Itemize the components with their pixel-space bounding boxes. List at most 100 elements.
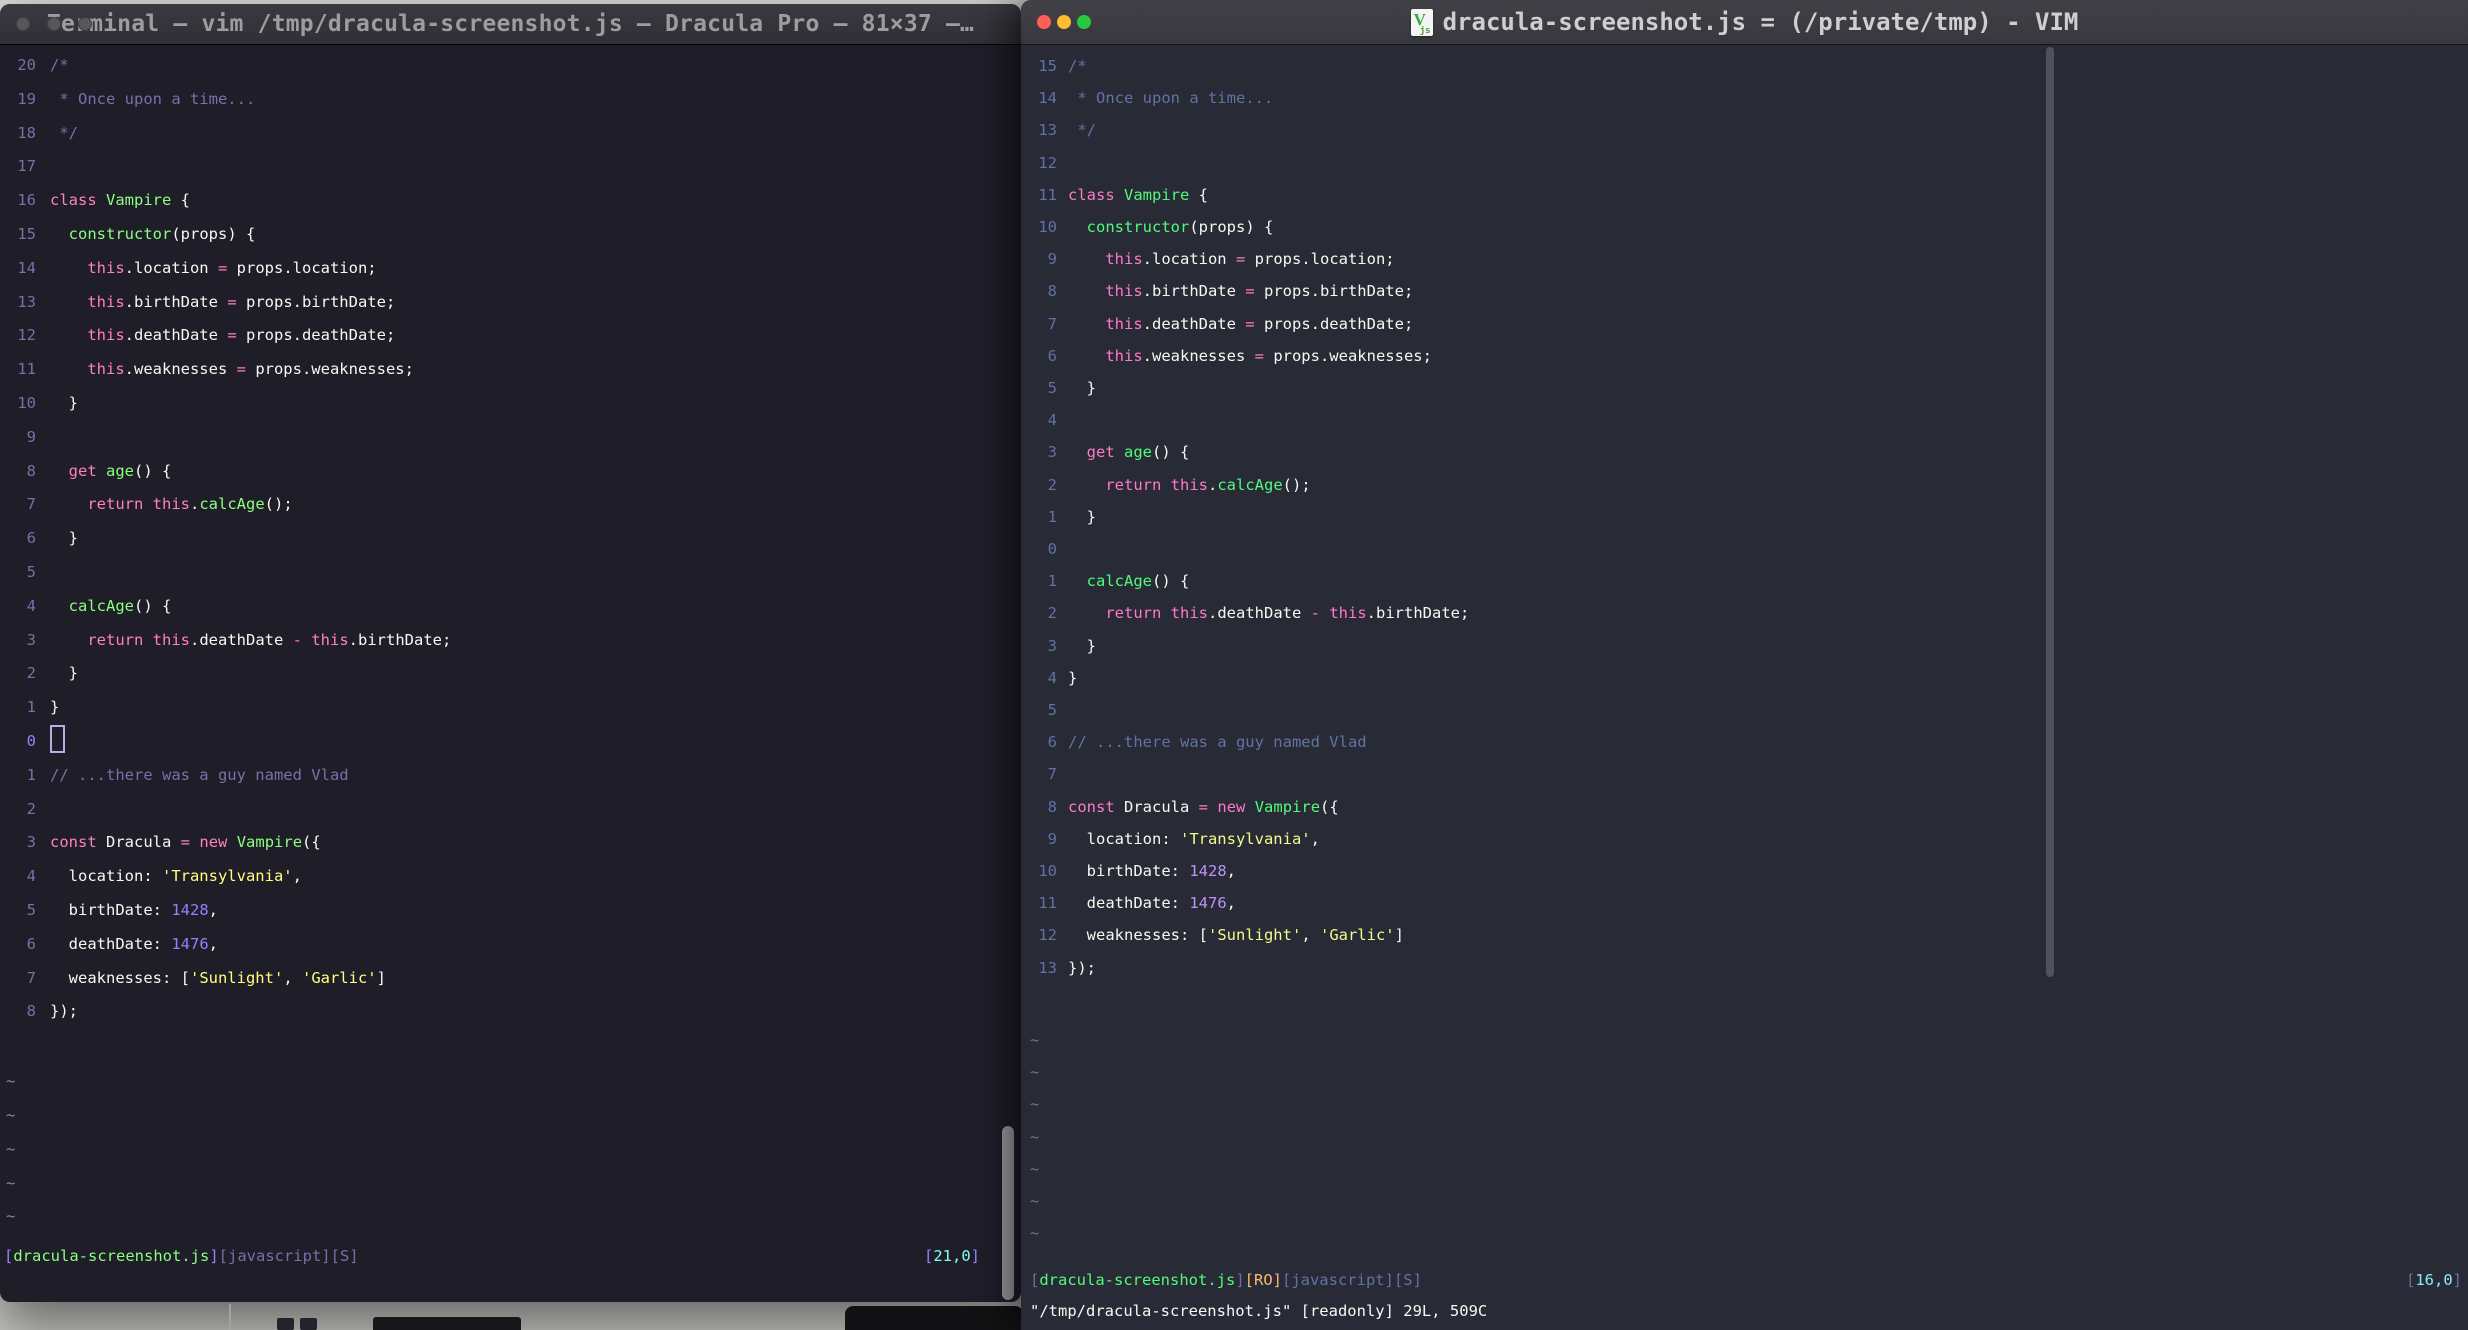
code-text: this.deathDate = props.deathDate; — [50, 319, 1021, 353]
code-text: } — [50, 387, 1021, 421]
code-line: 14 * Once upon a time... — [1021, 82, 2468, 114]
code-line: 15 /* — [1021, 50, 2468, 82]
token: (props) { — [1189, 218, 1274, 237]
code-line: 13 this.birthDate = props.birthDate; — [0, 286, 1021, 320]
token: age — [106, 461, 135, 480]
token: props.location; — [227, 258, 377, 277]
code-text: location: 'Transylvania', — [1068, 823, 2468, 855]
token: } — [50, 698, 60, 717]
token: [ — [2405, 1271, 2416, 1289]
code-line: 12 this.deathDate = props.deathDate; — [0, 319, 1021, 353]
token: , — [1226, 894, 1236, 913]
token: 'Transylvania' — [161, 867, 293, 886]
code-line: 3 } — [1021, 630, 2468, 662]
code-text: */ — [1068, 114, 2468, 146]
token: weaknesses: [ — [1068, 926, 1208, 945]
macvim-scrollbar[interactable] — [2046, 47, 2054, 977]
code-text: class Vampire { — [1068, 179, 2468, 211]
minimize-button-icon[interactable] — [1057, 15, 1071, 29]
token: }); — [1068, 958, 1096, 977]
code-text: weaknesses: ['Sunlight', 'Garlic'] — [50, 962, 1021, 996]
line-number: 3 — [26, 833, 36, 852]
token: 1476 — [171, 934, 209, 953]
code-text: class Vampire { — [50, 184, 1021, 218]
zoom-button-icon[interactable] — [1077, 15, 1091, 29]
code-line: 4 calcAge() { — [0, 590, 1021, 624]
token: } — [1068, 636, 1096, 655]
code-text: }); — [50, 995, 1021, 1029]
terminal-vim-buffer[interactable]: 20/* 19 * Once upon a time... 18 */17 16 cla… — [0, 45, 1021, 1029]
close-button-icon[interactable] — [16, 17, 30, 31]
token: this — [87, 360, 125, 379]
terminal-titlebar[interactable]: Terminal — vim /tmp/dracula-screenshot.j… — [0, 4, 1021, 45]
token: ] — [1394, 926, 1404, 945]
token: = — [227, 326, 237, 345]
empty-line-tilde: ~ — [1030, 1224, 1040, 1243]
code-text: calcAge() { — [1068, 565, 2468, 597]
code-line: 10 constructor(props) { — [1021, 211, 2468, 243]
line-number: 12 — [17, 326, 36, 345]
token: }); — [50, 1002, 78, 1021]
minimize-button-icon[interactable] — [47, 17, 61, 31]
empty-line-tilde: ~ — [1030, 1030, 1040, 1049]
code-text: // ...there was a guy named Vlad — [50, 759, 1021, 793]
code-text: return this.calcAge(); — [50, 488, 1021, 522]
zoom-button-icon[interactable] — [78, 17, 92, 31]
token: this — [1329, 604, 1367, 623]
empty-line-tilde: ~ — [1030, 1095, 1040, 1114]
token: new — [1217, 797, 1246, 816]
code-text: const Dracula = new Vampire({ — [50, 826, 1021, 860]
line-number: 3 — [1047, 443, 1057, 462]
terminal-scrollbar[interactable] — [1002, 1126, 1014, 1300]
document-proxy-icon[interactable]: Vjs — [1410, 8, 1433, 36]
macvim-window: Vjs dracula-screenshot.js = (/private/tm… — [1021, 0, 2468, 1330]
token: return — [87, 630, 144, 649]
code-line: 10 } — [0, 387, 1021, 421]
token: props.birthDate; — [1254, 282, 1414, 301]
background-window-divider — [229, 1304, 231, 1330]
line-number: 8 — [26, 1002, 36, 1021]
token: , — [283, 968, 302, 987]
token: weaknesses: [ — [50, 968, 190, 987]
token: [javascript][S] — [218, 1247, 359, 1265]
token: .deathDate — [1208, 604, 1311, 623]
line-number: 10 — [1038, 862, 1057, 881]
token: (props) { — [171, 224, 256, 243]
token: class — [50, 191, 97, 210]
token: Vampire — [236, 833, 303, 852]
line-number: 1 — [26, 698, 36, 717]
token: deathDate: — [50, 934, 172, 953]
line-number: 11 — [17, 360, 36, 379]
token: ] — [2452, 1271, 2462, 1289]
macvim-buffer[interactable]: 15/* 14 * Once upon a time... 13 */12 11 cla… — [1021, 45, 2468, 984]
token: calcAge — [1086, 572, 1152, 591]
code-line: 6 deathDate: 1476, — [0, 928, 1021, 962]
code-line: 19 * Once upon a time... — [0, 83, 1021, 117]
code-line: 13}); — [1021, 952, 2468, 984]
code-line: 11 class Vampire { — [1021, 179, 2468, 211]
close-button-icon[interactable] — [1037, 15, 1051, 29]
code-line: 0 — [1021, 533, 2468, 565]
token: /* — [50, 56, 69, 74]
line-number: 4 — [1047, 668, 1057, 687]
code-text: this.weaknesses = props.weaknesses; — [50, 353, 1021, 387]
token: .birthDate — [1142, 282, 1246, 301]
macvim-titlebar[interactable]: Vjs dracula-screenshot.js = (/private/tm… — [1021, 0, 2468, 45]
code-text: return this.deathDate - this.birthDate; — [50, 624, 1021, 658]
token: props.birthDate; — [236, 292, 396, 311]
statusline-file-info: [dracula-screenshot.js][RO][javascript][… — [1030, 1265, 1422, 1296]
code-text: this.location = props.location; — [50, 252, 1021, 286]
token: = — [1245, 314, 1255, 333]
